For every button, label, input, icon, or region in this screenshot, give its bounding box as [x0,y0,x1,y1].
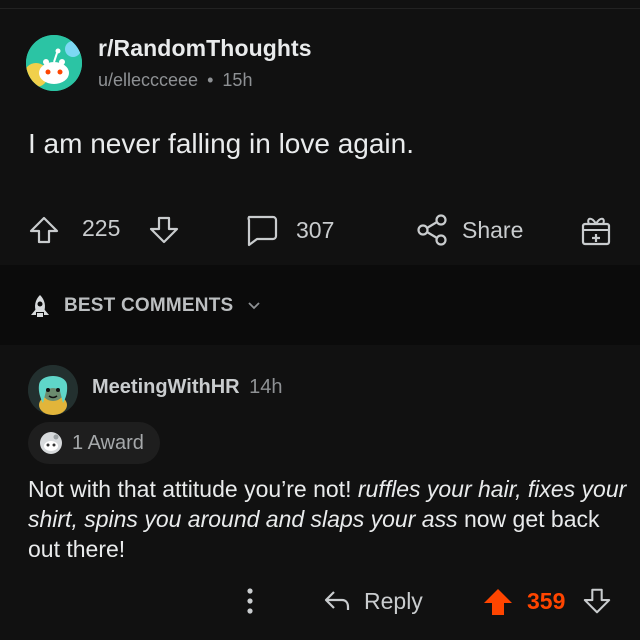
top-divider [0,8,640,9]
upvote-button[interactable] [28,214,60,246]
comment-icon [247,215,278,247]
share-icon [417,214,447,246]
post-meta: u/elleccceee • 15h [98,70,252,91]
subreddit-avatar[interactable] [26,35,82,91]
comments-button[interactable]: 307 [243,212,334,248]
upvote-icon [484,589,512,615]
comment-age: 14h [249,376,283,398]
gift-icon [581,217,611,246]
comment-count: 307 [296,216,335,243]
sort-label: BEST COMMENTS [64,295,234,316]
subreddit-name[interactable]: r/RandomThoughts [98,35,312,62]
more-icon [247,588,253,614]
rocket-icon [31,295,49,317]
reply-icon [324,591,350,610]
meta-separator: • [207,70,214,90]
user-avatar-icon [28,365,78,415]
share-button[interactable]: Share [414,212,523,248]
reply-label: Reply [364,587,423,614]
post-age: 15h [222,70,253,90]
comment-author[interactable]: MeetingWithHR [92,376,240,398]
sort-comments-button[interactable]: BEST COMMENTS [26,292,261,320]
post-author[interactable]: u/elleccceee [98,70,198,90]
downvote-icon [583,588,611,614]
comment-meta: MeetingWithHR 14h [92,376,283,399]
vote-count: 225 [82,215,121,241]
comment-actions: Reply 359 [0,578,640,624]
reply-button[interactable]: Reply [322,586,423,616]
downvote-icon [149,216,179,244]
post-card: r/RandomThoughts u/elleccceee • 15h I am… [0,0,640,265]
post-actions: 225 307 Share [0,200,640,260]
chevron-down-icon [248,302,261,310]
comment-body: Not with that attitude you’re not! ruffl… [28,474,628,564]
comment-text: Not with that attitude you’re not! [28,476,358,502]
share-label: Share [462,216,524,243]
downvote-button[interactable] [148,214,180,246]
comment-downvote-button[interactable] [582,586,612,616]
comment-score: 359 [527,588,566,614]
comment-upvote-button[interactable] [482,586,514,618]
award-icon [40,432,62,454]
upvote-icon [29,216,59,244]
award-button[interactable] [578,212,614,248]
comment-author-avatar[interactable] [28,365,78,415]
post-title[interactable]: I am never falling in love again. [28,128,414,160]
more-options-button[interactable] [238,586,262,616]
award-label: 1 Award [72,431,144,454]
award-badge[interactable]: 1 Award [28,422,160,464]
snoo-avatar-icon [26,35,82,91]
